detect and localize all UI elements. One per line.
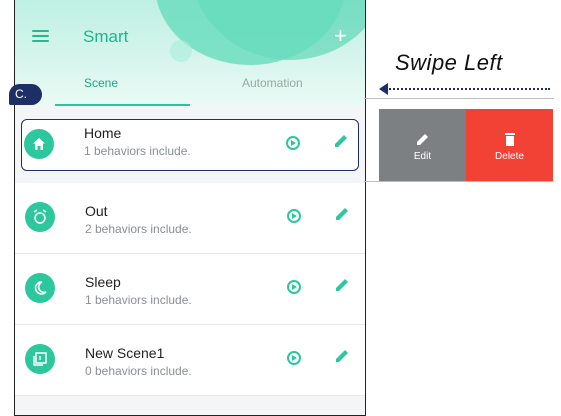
swipe-arrow [382, 88, 550, 92]
edit-icon[interactable] [333, 276, 351, 294]
list-item-home[interactable]: Home 1 behaviors include. [21, 119, 359, 171]
edit-button[interactable]: Edit [379, 109, 466, 181]
add-icon[interactable]: + [334, 25, 347, 47]
step-badge: C. [9, 84, 42, 105]
edit-icon [417, 134, 428, 145]
phone-screen: Smart + Scene Automation Home 1 behavior… [15, 0, 365, 416]
list-item-new-scene1[interactable]: New Scene1 0 behaviors include. [15, 325, 365, 396]
scene-title: Sleep [85, 274, 121, 290]
edit-icon[interactable] [333, 205, 351, 223]
scene-subtitle: 1 behaviors include. [85, 293, 192, 307]
app-header: Smart + Scene Automation [15, 0, 365, 106]
arrow-left-icon [379, 83, 388, 95]
tab-automation[interactable]: Automation [242, 76, 303, 90]
alarm-icon [25, 202, 55, 232]
scene-subtitle: 1 behaviors include. [84, 144, 191, 158]
menu-icon[interactable] [32, 30, 49, 42]
home-icon [24, 129, 54, 159]
edit-icon[interactable] [333, 347, 351, 365]
list-item-sleep[interactable]: Sleep 1 behaviors include. [15, 254, 365, 325]
play-icon[interactable] [287, 351, 301, 365]
scene-subtitle: 0 behaviors include. [85, 364, 192, 378]
scene-title: New Scene1 [85, 345, 165, 361]
moon-icon [25, 273, 55, 303]
delete-label: Delete [495, 151, 524, 162]
play-icon[interactable] [287, 280, 301, 294]
scene-list: Home 1 behaviors include. Out 2 behavior… [15, 107, 365, 396]
play-icon[interactable] [287, 209, 301, 223]
trash-icon [505, 133, 515, 146]
edit-icon[interactable] [332, 132, 350, 150]
header-decoration [170, 40, 192, 62]
scene-title: Home [84, 125, 122, 141]
scene-subtitle: 2 behaviors include. [85, 222, 192, 236]
scene-title: Out [85, 203, 108, 219]
scene-icon [25, 344, 55, 374]
list-item-out[interactable]: Out 2 behaviors include. [15, 183, 365, 254]
delete-button[interactable]: Delete [466, 109, 553, 181]
active-tab-indicator [55, 104, 190, 106]
play-icon[interactable] [286, 136, 300, 150]
swipe-actions-row: Edit Delete [364, 98, 554, 182]
edit-label: Edit [413, 151, 432, 162]
swipe-label: Swipe Left [395, 50, 503, 75]
tab-scene[interactable]: Scene [84, 76, 118, 90]
page-title: Smart [83, 27, 129, 46]
